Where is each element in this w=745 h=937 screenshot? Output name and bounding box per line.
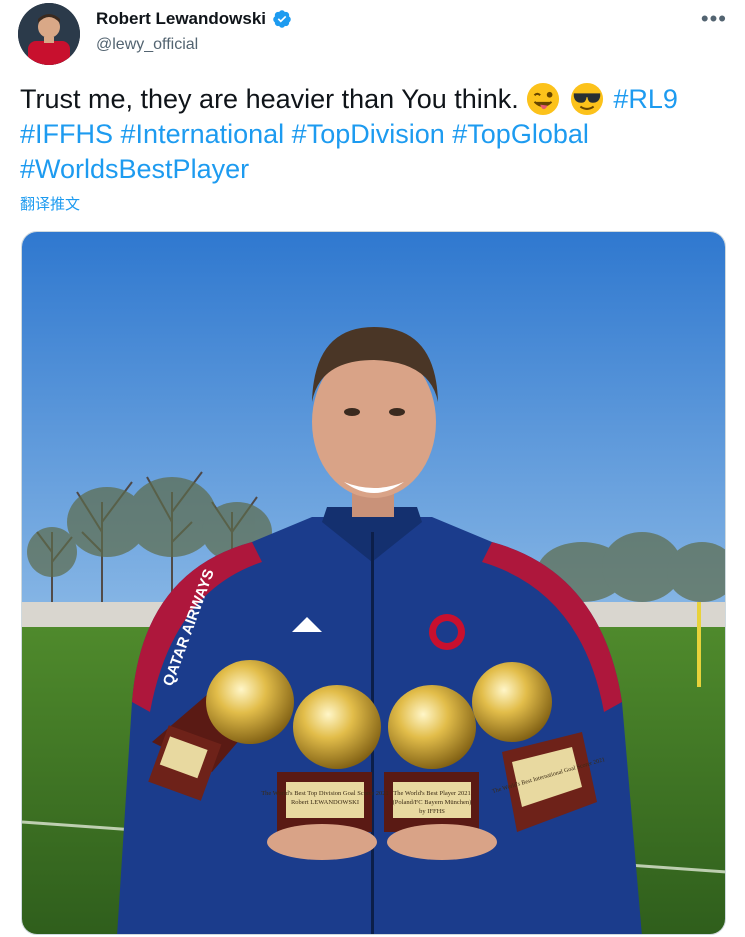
more-options-button[interactable]: ••• bbox=[701, 6, 727, 32]
hashtag-link[interactable]: #WorldsBestPlayer bbox=[20, 154, 249, 184]
trophy-plate-text: by IFFHS bbox=[419, 808, 445, 815]
hashtag-link[interactable]: #IFFHS bbox=[20, 119, 113, 149]
tweet-text: Trust me, they are heavier than You thin… bbox=[20, 82, 730, 187]
tweet-body: Trust me, they are heavier than You thin… bbox=[20, 84, 519, 114]
trophy-plate-text: The World's Best Top Division Goal Score… bbox=[261, 790, 389, 797]
trophy-plate-text: (Poland/FC Bayern München) bbox=[393, 799, 472, 806]
avatar[interactable] bbox=[18, 3, 80, 65]
translate-tweet-link[interactable]: 翻译推文 bbox=[20, 193, 80, 214]
hashtag-link[interactable]: #RL9 bbox=[613, 84, 678, 114]
winking-tongue-emoji-icon bbox=[527, 82, 560, 116]
hashtag-link[interactable]: #TopGlobal bbox=[452, 119, 589, 149]
hashtag-link[interactable]: #International bbox=[121, 119, 285, 149]
verified-badge-icon bbox=[273, 10, 291, 28]
trophy-plate-text: Robert LEWANDOWSKI bbox=[291, 799, 359, 806]
sunglasses-emoji-icon bbox=[570, 82, 603, 116]
author-name[interactable]: Robert Lewandowski bbox=[96, 9, 266, 29]
trophy-plate-text: The World's Best Player 2021 bbox=[393, 790, 470, 797]
hashtag-link[interactable]: #TopDivision bbox=[292, 119, 445, 149]
tweet-photo[interactable]: QATAR AIRWAYS The World's Best Top Divis… bbox=[21, 231, 726, 935]
author-name-row[interactable]: Robert Lewandowski bbox=[96, 9, 292, 29]
author-handle[interactable]: @lewy_official bbox=[96, 36, 198, 54]
